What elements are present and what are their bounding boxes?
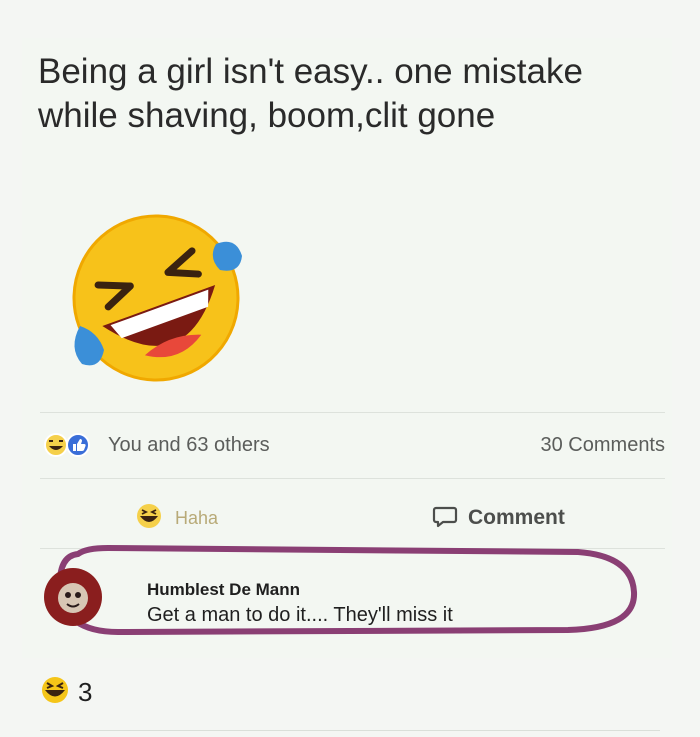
post-text: Being a girl isn't easy.. one mistake wh… — [38, 50, 678, 138]
comment-author[interactable]: Humblest De Mann — [147, 580, 300, 600]
rolling-on-floor-laughing-icon — [66, 208, 246, 388]
comments-count[interactable]: 30 Comments — [541, 434, 666, 457]
reaction-count: 3 — [78, 677, 93, 707]
reactions-summary[interactable]: You and 63 others 30 Comments — [40, 430, 665, 460]
haha-label: Haha — [175, 507, 219, 528]
haha-face-icon — [135, 502, 163, 535]
post-actions: Haha Comment — [40, 500, 665, 536]
comment-button[interactable]: Comment — [432, 502, 565, 534]
comment-label: Comment — [468, 506, 565, 529]
speech-bubble-icon — [432, 503, 458, 534]
divider-footer — [40, 730, 660, 731]
divider-middle — [40, 478, 665, 479]
comment-reaction[interactable]: 3 — [40, 675, 92, 710]
comment: Humblest De Mann Get a man to do it.... … — [44, 560, 644, 636]
reaction-icons — [40, 432, 102, 458]
divider-top — [40, 412, 665, 413]
haha-button[interactable]: Haha — [135, 502, 218, 534]
post-text-line-2: while shaving, boom,clit gone — [38, 96, 496, 135]
reactions-summary-text[interactable]: You and 63 others — [108, 434, 270, 457]
comment-text: Get a man to do it.... They'll miss it — [147, 604, 453, 626]
avatar[interactable] — [44, 568, 102, 626]
haha-face-icon — [40, 675, 70, 710]
post-text-line-1: Being a girl isn't easy.. one mistake — [38, 52, 583, 91]
